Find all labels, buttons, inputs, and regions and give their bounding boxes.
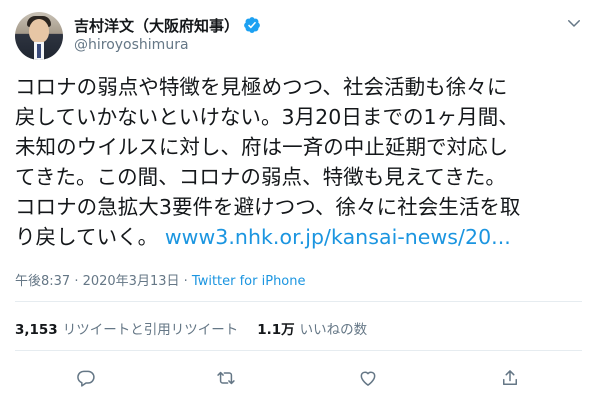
share-icon bbox=[503, 370, 517, 385]
likes-stat[interactable]: 1.1万 いいねの数 bbox=[257, 318, 367, 338]
share-button[interactable] bbox=[496, 364, 524, 392]
author-name-row[interactable]: 吉村洋文（大阪府知事） bbox=[74, 15, 261, 35]
retweets-count: 3,153 bbox=[15, 322, 58, 338]
tweet-text-content: コロナの弱点や特徴を見極めつつ、社会活動も徐々に 戻していかないといけない。3月… bbox=[15, 75, 521, 249]
retweets-stat[interactable]: 3,153 リツイートと引用リツイート bbox=[15, 318, 238, 338]
tweet-meta: 午後8:37 · 2020年3月13日 · Twitter for iPhone bbox=[15, 270, 306, 289]
retweet-button[interactable] bbox=[212, 364, 240, 392]
like-button[interactable] bbox=[354, 364, 382, 392]
divider-bottom bbox=[15, 350, 582, 351]
reply-icon bbox=[77, 370, 95, 387]
retweets-label: リツイートと引用リツイート bbox=[62, 322, 239, 338]
meta-separator: · bbox=[179, 274, 192, 289]
likes-count: 1.1万 bbox=[257, 322, 295, 338]
author-display-name[interactable]: 吉村洋文（大阪府知事） bbox=[74, 15, 239, 36]
tweet-link[interactable]: www3.nhk.or.jp/kansai-news/20... bbox=[165, 225, 511, 249]
likes-label: いいねの数 bbox=[299, 322, 368, 338]
tweet-timestamp[interactable]: 午後8:37 · 2020年3月13日 bbox=[15, 274, 180, 289]
tweet-card: 吉村洋文（大阪府知事） @hiroyoshimura コロナの弱点や特徴を見極め… bbox=[0, 0, 595, 402]
avatar[interactable] bbox=[15, 12, 63, 60]
tweet-text: コロナの弱点や特徴を見極めつつ、社会活動も徐々に 戻していかないといけない。3月… bbox=[15, 72, 587, 252]
tweet-source[interactable]: Twitter for iPhone bbox=[192, 274, 306, 289]
tweet-stats: 3,153 リツイートと引用リツイート 1.1万 いいねの数 bbox=[15, 318, 367, 338]
chevron-down-icon[interactable] bbox=[565, 14, 583, 32]
verified-badge-icon bbox=[244, 17, 260, 33]
heart-icon bbox=[360, 371, 376, 386]
author-handle[interactable]: @hiroyoshimura bbox=[74, 37, 189, 53]
retweet-icon bbox=[217, 371, 235, 385]
reply-button[interactable] bbox=[72, 364, 100, 392]
divider-top bbox=[15, 301, 582, 302]
tweet-actions bbox=[0, 364, 595, 392]
